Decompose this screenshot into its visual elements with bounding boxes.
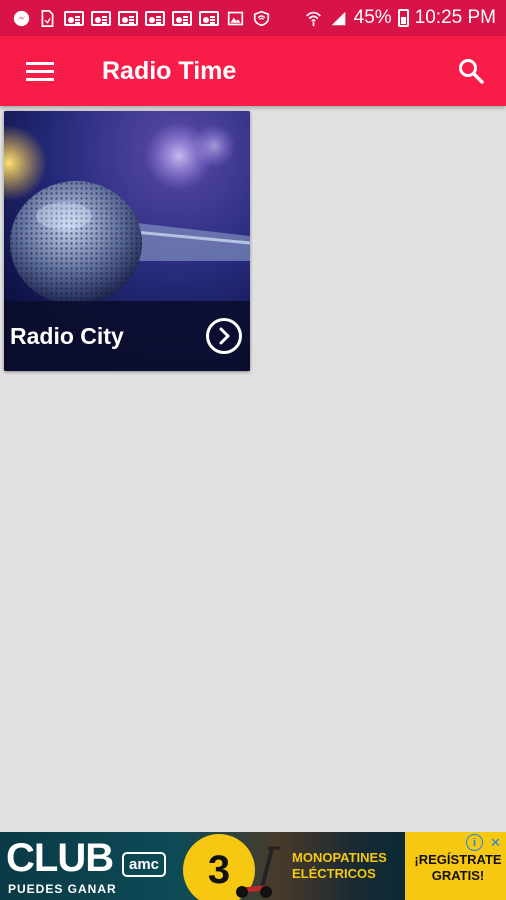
battery-icon: [397, 9, 409, 27]
ad-subtext: PUEDES GANAR: [8, 882, 117, 896]
wifi-icon: [305, 11, 321, 26]
radio-icon: [118, 10, 138, 26]
ad-number: 3: [207, 847, 231, 892]
ad-cta-line2: GRATIS!: [431, 868, 485, 883]
menu-button[interactable]: [0, 36, 80, 106]
app-title: Radio Time: [102, 56, 237, 85]
chevron-right-circle-icon[interactable]: [206, 318, 242, 354]
status-bar: 45% 10:25 PM: [0, 0, 506, 36]
ad-brand-logo: amc: [122, 852, 167, 877]
ad-club-text: CLUB: [6, 836, 114, 880]
radio-icon: [199, 10, 219, 26]
search-button[interactable]: [436, 36, 506, 106]
system-status: 45% 10:25 PM: [304, 7, 496, 29]
ad-banner[interactable]: CLUB PUEDES GANAR amc 3 MONOPATINES ELÉC…: [0, 832, 506, 900]
radio-icon: [172, 10, 192, 26]
chevron-right-icon: [219, 327, 230, 345]
battery-percent: 45%: [353, 7, 392, 28]
scooter-image: [236, 846, 280, 898]
radio-icon: [145, 10, 165, 26]
station-card[interactable]: Radio City: [4, 111, 250, 371]
messenger-icon: [13, 10, 30, 26]
hamburger-menu-icon: [26, 62, 54, 81]
radio-icon: [91, 10, 111, 26]
clock: 10:25 PM: [414, 7, 496, 28]
ad-prize-line2: ELÉCTRICOS: [292, 866, 376, 881]
ad-cta-line1: ¡REGÍSTRATE: [414, 852, 502, 867]
radio-icon: [64, 10, 84, 26]
ad-prize-line1: MONOPATINES: [292, 850, 387, 865]
ad-close-icon[interactable]: ✕: [487, 834, 504, 851]
ad-controls: i ✕: [466, 834, 504, 851]
image-icon: [227, 11, 244, 25]
wifi-shield-icon: [253, 10, 270, 26]
ad-prize-text: MONOPATINES ELÉCTRICOS: [292, 850, 387, 882]
ad-cta: ¡REGÍSTRATE GRATIS!: [410, 852, 506, 884]
app-bar: Radio Time: [0, 36, 506, 106]
search-icon: [459, 59, 484, 84]
station-card-footer: Radio City: [4, 301, 250, 371]
document-icon: [41, 9, 54, 27]
station-name: Radio City: [10, 322, 124, 349]
notification-icons: [12, 9, 271, 27]
ad-info-icon[interactable]: i: [466, 834, 483, 851]
signal-icon: [331, 11, 345, 25]
